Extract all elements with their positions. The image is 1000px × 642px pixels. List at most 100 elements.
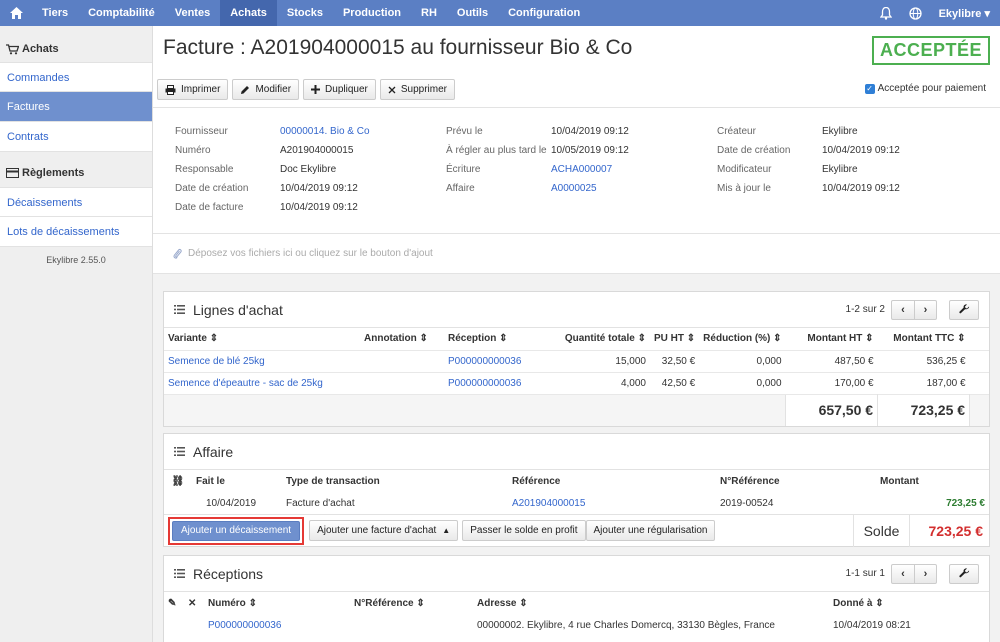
detail-value-link[interactable]: ACHA000007 <box>551 164 612 183</box>
notification-bell-icon[interactable] <box>871 6 901 20</box>
col-header[interactable]: N°Référence ⇕ <box>350 592 473 614</box>
nav-ventes[interactable]: Ventes <box>165 0 220 26</box>
sort-icon: ⇕ <box>519 597 528 609</box>
details-column-3: Créateur Ekylibre Date de création 10/04/20… <box>717 126 900 202</box>
sidebar: Achats Commandes Factures Contrats Règle… <box>0 26 153 642</box>
col-header[interactable]: Quantité totale ⇕ <box>552 328 650 350</box>
duplicate-button[interactable]: Dupliquer <box>303 79 376 100</box>
nav-outils[interactable]: Outils <box>447 0 498 26</box>
delete-button[interactable]: Supprimer <box>379 79 455 100</box>
col-header: N°Référence <box>720 475 780 487</box>
cell-spacer <box>969 371 989 394</box>
unlink-icon[interactable]: ⛓ <box>172 476 185 487</box>
panel-title: Réceptions <box>193 565 264 582</box>
cell: 536,25 € <box>877 349 970 372</box>
add-payment-button[interactable]: Ajouter un décaissement <box>172 520 301 541</box>
sidebar-item-commandes[interactable]: Commandes <box>0 62 152 92</box>
cell-reference-link[interactable]: A201904000015 <box>508 492 716 514</box>
chevron-right-icon[interactable]: › <box>914 564 936 583</box>
col-header[interactable]: Montant HT ⇕ <box>786 328 878 350</box>
detail-label: Date de création <box>717 145 791 156</box>
highlight-box: Ajouter un décaissement <box>168 516 305 545</box>
globe-icon[interactable] <box>901 6 931 20</box>
list-icon <box>174 305 185 314</box>
detail-label: Créateur <box>717 126 756 137</box>
nav-configuration[interactable]: Configuration <box>498 0 590 26</box>
col-header[interactable]: Montant TTC ⇕ <box>878 328 970 350</box>
checkbox-checked-icon[interactable]: ✓ <box>864 83 875 94</box>
pagination-buttons: ‹ › <box>891 299 937 320</box>
sidebar-item-factures[interactable]: Factures <box>0 92 152 122</box>
col-header-label: Quantité totale <box>564 333 635 345</box>
user-menu[interactable]: Ekylibre ▾ <box>931 7 1000 20</box>
col-header[interactable]: Annotation ⇕ <box>360 328 444 350</box>
detail-row: Créateur Ekylibre <box>717 126 900 145</box>
add-regularisation-button[interactable]: Ajouter une régularisation <box>585 520 716 541</box>
nav-comptabilite[interactable]: Comptabilité <box>78 0 165 26</box>
cell-link[interactable]: P000000000036 <box>444 371 552 394</box>
chevron-right-icon[interactable]: › <box>914 300 936 319</box>
affaire-table: ⛓ Fait le Type de transaction Référence … <box>164 470 989 514</box>
sidebar-section-label: Achats <box>22 43 59 55</box>
cell-reception-number[interactable]: P000000000036 <box>204 614 350 636</box>
col-header[interactable]: Réduction (%) ⇕ <box>699 328 785 350</box>
panel-title: Affaire <box>193 443 234 460</box>
nav-rh[interactable]: RH <box>411 0 447 26</box>
home-icon[interactable] <box>0 0 32 26</box>
edit-label: Modifier <box>255 84 292 95</box>
printer-icon <box>165 84 176 95</box>
cell-link[interactable]: P000000000036 <box>444 349 552 372</box>
nav-production[interactable]: Production <box>333 0 411 26</box>
print-label: Imprimer <box>181 84 221 95</box>
col-header-label: Numéro <box>208 597 246 609</box>
pagination-info: 1-2 sur 2 <box>845 304 885 315</box>
balance-profit-button[interactable]: Passer le solde en profit <box>462 520 586 541</box>
sidebar-item-contrats[interactable]: Contrats <box>0 122 152 152</box>
col-header[interactable]: Donné à ⇕ <box>829 592 989 614</box>
affaire-panel: Affaire ⛓ Fait le Type de transaction Ré… <box>163 433 990 547</box>
col-header-label: Variante <box>168 333 207 345</box>
sort-icon: ⇕ <box>206 333 219 345</box>
cell-link[interactable]: Semence d'épeautre - sac de 25kg <box>164 371 360 394</box>
pagination-buttons: ‹ › <box>891 563 937 584</box>
list-icon <box>174 569 185 578</box>
nav-achats[interactable]: Achats <box>220 0 277 26</box>
detail-label: Date de création <box>175 183 249 194</box>
sidebar-item-decaissements[interactable]: Décaissements <box>0 187 152 217</box>
add-invoice-button[interactable]: Ajouter une facture d'achat ▲ <box>309 520 459 541</box>
accepted-for-payment[interactable]: ✓ Acceptée pour paiement <box>864 83 986 94</box>
cell: 4,000 <box>552 371 650 394</box>
close-icon[interactable]: ✕ <box>188 598 196 609</box>
col-header[interactable]: Numéro ⇕ <box>204 592 350 614</box>
cart-icon <box>6 43 19 54</box>
detail-value-link[interactable]: 00000014. Bio & Co <box>280 126 370 145</box>
col-header[interactable]: Variante ⇕ <box>164 328 360 350</box>
detail-row: À régler au plus tard le 10/05/2019 09:12 <box>446 145 629 164</box>
col-header[interactable]: Adresse ⇕ <box>473 592 829 614</box>
sidebar-item-lots-decaissements[interactable]: Lots de décaissements <box>0 217 152 247</box>
pencil-icon[interactable]: ✎ <box>168 598 176 609</box>
col-header-label: N°Référence <box>354 597 414 609</box>
col-header[interactable]: PU HT ⇕ <box>650 328 699 350</box>
nav-tiers[interactable]: Tiers <box>32 0 78 26</box>
col-header-label: Réduction (%) <box>703 333 771 345</box>
file-dropzone[interactable]: Déposez vos fichiers ici ou cliquez sur … <box>153 234 1000 274</box>
wrench-icon[interactable] <box>949 563 979 584</box>
print-button[interactable]: Imprimer <box>157 79 229 100</box>
detail-row: Numéro A201904000015 <box>175 145 370 164</box>
chevron-left-icon[interactable]: ‹ <box>892 565 914 583</box>
table-row: Semence d'épeautre - sac de 25kg P0000000… <box>164 371 989 394</box>
detail-label: Date de facture <box>175 202 244 213</box>
edit-button[interactable]: Modifier <box>232 79 300 100</box>
detail-value: 10/05/2019 09:12 <box>551 145 629 156</box>
detail-row: Écriture ACHA000007 <box>446 164 629 183</box>
wrench-icon[interactable] <box>949 299 979 320</box>
cell-link[interactable]: Semence de blé 25kg <box>164 349 360 372</box>
details-column-2: Prévu le 10/04/2019 09:12 À régler au plus… <box>446 126 629 202</box>
col-header-label: Donné à <box>833 597 873 609</box>
detail-value-link[interactable]: A0000025 <box>551 183 597 202</box>
col-header[interactable]: Réception ⇕ <box>444 328 552 350</box>
sidebar-section-achats: Achats <box>0 38 152 60</box>
chevron-left-icon[interactable]: ‹ <box>892 301 914 319</box>
nav-stocks[interactable]: Stocks <box>277 0 333 26</box>
